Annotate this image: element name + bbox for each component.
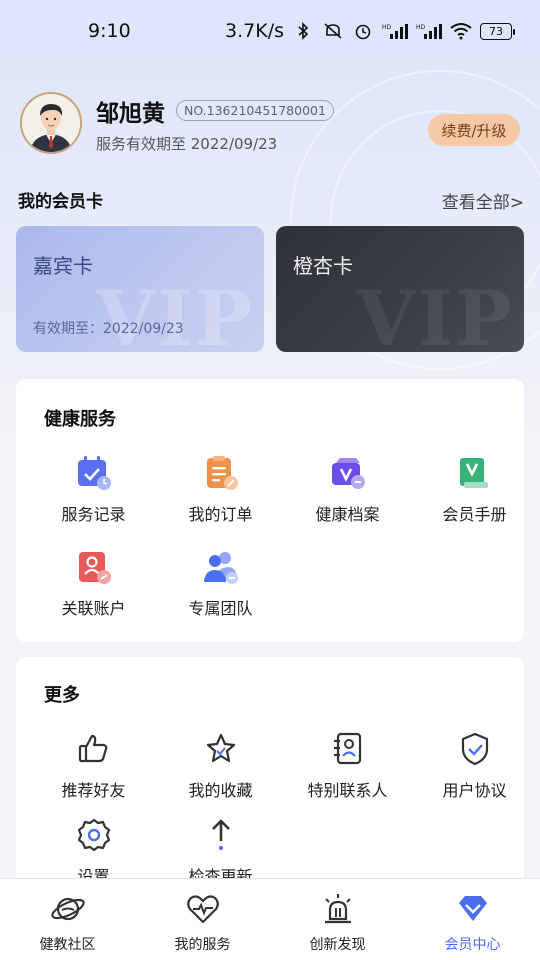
service-expiry: 服务有效期至 2022/09/23 xyxy=(96,135,278,153)
calendar-check-icon xyxy=(76,455,112,491)
my-orders-item[interactable]: 我的订单 xyxy=(157,455,284,525)
member-handbook-item[interactable]: 会员手册 xyxy=(411,455,538,525)
nav-label: 创新发现 xyxy=(309,937,366,953)
mute-icon xyxy=(322,22,344,40)
gear-icon xyxy=(76,817,112,853)
health-services-panel: 健康服务 服务记录 我的订单 健康档案 会员手册 关联账户 专属团队 xyxy=(16,379,524,642)
nav-innovation-discovery[interactable]: 创新发现 xyxy=(270,879,405,960)
renew-upgrade-button[interactable]: 续费/升级 xyxy=(428,114,520,146)
team-icon xyxy=(203,549,239,585)
special-contacts-item[interactable]: 特别联系人 xyxy=(284,731,411,801)
contact-book-icon xyxy=(330,731,366,767)
diamond-icon xyxy=(455,891,491,927)
signal-badge-text: HD xyxy=(382,24,392,31)
network-speed: 3.7K/s xyxy=(225,20,284,42)
user-agreement-item[interactable]: 用户协议 xyxy=(411,731,538,801)
bluetooth-icon xyxy=(292,22,314,40)
health-services-title: 健康服务 xyxy=(44,409,116,430)
settings-item[interactable]: 设置 xyxy=(30,817,157,887)
star-icon xyxy=(203,731,239,767)
alarm-light-icon xyxy=(320,891,356,927)
health-archive-icon xyxy=(330,455,366,491)
service-record-item[interactable]: 服务记录 xyxy=(30,455,157,525)
bottom-navigation: 健教社区 我的服务 创新发现 会员中心 xyxy=(0,878,540,960)
heart-pulse-icon xyxy=(185,891,221,927)
nav-my-services[interactable]: 我的服务 xyxy=(135,879,270,960)
shield-check-icon xyxy=(457,731,493,767)
orange-apricot-card[interactable]: VIP 橙杏卡 xyxy=(276,226,524,352)
item-label: 专属团队 xyxy=(188,599,253,618)
item-label: 我的订单 xyxy=(188,505,253,524)
nav-label: 会员中心 xyxy=(444,937,501,953)
nav-member-center[interactable]: 会员中心 xyxy=(405,879,540,960)
signal-icon: HD xyxy=(382,22,408,40)
signal-icon: HD xyxy=(416,22,442,40)
exclusive-team-item[interactable]: 专属团队 xyxy=(157,549,284,619)
order-list-icon xyxy=(203,455,239,491)
member-cards-title: 我的会员卡 xyxy=(18,192,103,212)
signal-badge-text: HD xyxy=(416,24,426,31)
more-panel: 更多 推荐好友 我的收藏 特别联系人 用户协议 设置 检查更新 xyxy=(16,657,524,887)
nav-label: 健教社区 xyxy=(39,937,96,953)
guest-card[interactable]: VIP 嘉宾卡 有效期至：2022/09/23 xyxy=(16,226,264,352)
card-name: 嘉宾卡 xyxy=(33,254,93,278)
status-bar: 9:10 3.7K/s HD HD 73 xyxy=(0,0,540,62)
profile-header: 邹旭黄 NO.136210451780001 服务有效期至 2022/09/23… xyxy=(20,92,520,156)
my-favorites-item[interactable]: 我的收藏 xyxy=(157,731,284,801)
item-label: 会员手册 xyxy=(442,505,507,524)
status-icons: 3.7K/s HD HD 73 xyxy=(225,20,515,42)
view-all-link[interactable]: 查看全部> xyxy=(442,188,524,213)
more-title: 更多 xyxy=(44,685,80,706)
nav-label: 我的服务 xyxy=(174,937,231,953)
check-update-item[interactable]: 检查更新 xyxy=(157,817,284,887)
member-cards-header: 我的会员卡 查看全部> xyxy=(18,187,524,215)
item-label: 特别联系人 xyxy=(307,781,388,800)
item-label: 关联账户 xyxy=(61,599,126,618)
item-label: 健康档案 xyxy=(315,505,380,524)
item-label: 用户协议 xyxy=(442,781,507,800)
wifi-icon xyxy=(450,22,472,40)
avatar[interactable] xyxy=(20,92,82,154)
card-name: 橙杏卡 xyxy=(293,254,353,278)
nav-health-community[interactable]: 健教社区 xyxy=(0,879,135,960)
member-handbook-icon xyxy=(457,455,493,491)
card-expiry: 有效期至：2022/09/23 xyxy=(33,321,184,337)
vip-watermark: VIP xyxy=(96,274,254,352)
member-center-page: 9:10 3.7K/s HD HD 73 邹旭黄 NO.136210451780… xyxy=(0,0,540,960)
item-label: 我的收藏 xyxy=(188,781,253,800)
health-archive-item[interactable]: 健康档案 xyxy=(284,455,411,525)
linked-account-icon xyxy=(76,549,112,585)
battery-indicator: 73 xyxy=(480,22,515,40)
status-time: 9:10 xyxy=(88,20,131,42)
planet-icon xyxy=(50,891,86,927)
vip-watermark: VIP xyxy=(356,274,514,352)
thumbs-up-icon xyxy=(76,731,112,767)
item-label: 服务记录 xyxy=(61,505,126,524)
member-number-badge: NO.136210451780001 xyxy=(176,100,334,121)
user-name: 邹旭黄 xyxy=(96,101,165,127)
arrow-up-icon xyxy=(203,817,239,853)
recommend-friends-item[interactable]: 推荐好友 xyxy=(30,731,157,801)
alarm-icon xyxy=(352,22,374,40)
item-label: 推荐好友 xyxy=(61,781,126,800)
linked-account-item[interactable]: 关联账户 xyxy=(30,549,157,619)
